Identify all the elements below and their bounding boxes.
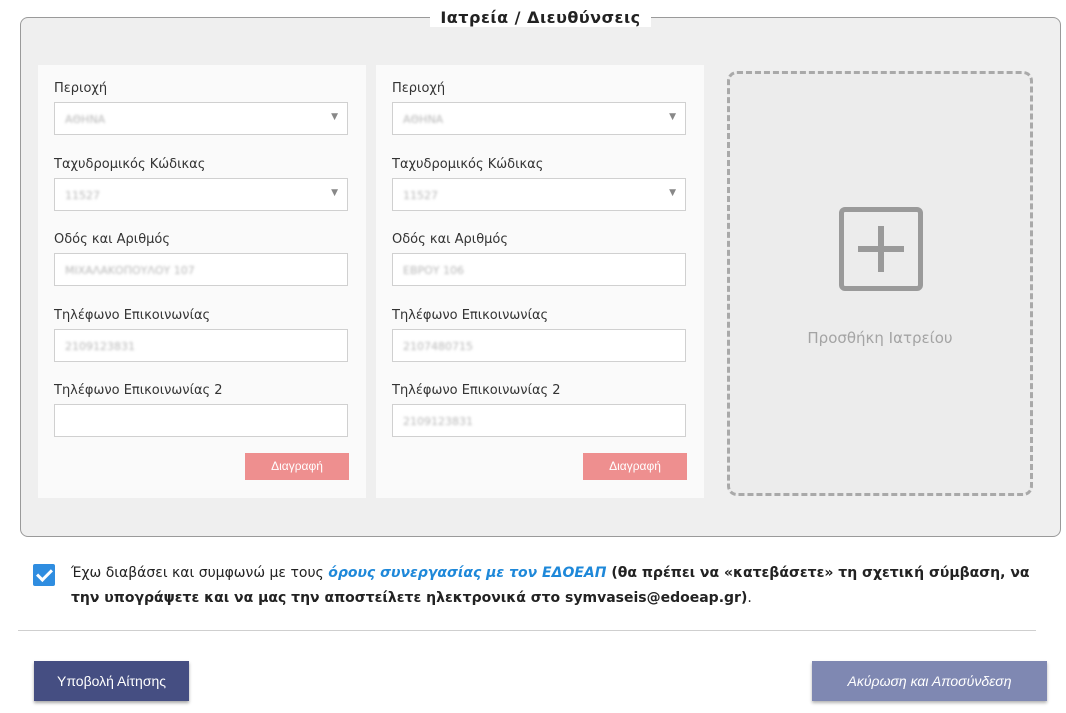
agreement-text: Έχω διαβάσει και συμφωνώ με τους όρους σ… [71, 561, 1046, 611]
delete-clinic-button[interactable]: Διαγραφή [583, 453, 687, 480]
plus-square-icon [839, 207, 923, 291]
clinic-card-1: Περιοχή ΑΘΗΝΑ ▼ Ταχυδρομικός Κώδικας 115… [38, 65, 366, 498]
phone2-label: Τηλέφωνο Επικοινωνίας 2 [392, 383, 561, 398]
phone-label: Τηλέφωνο Επικοινωνίας [392, 308, 549, 323]
phone2-value: 2109123831 [403, 415, 473, 428]
street-label: Οδός και Αριθμός [392, 232, 509, 247]
divider [18, 630, 1036, 631]
chevron-down-icon: ▼ [669, 112, 676, 122]
add-clinic-label: Προσθήκη Ιατρείου [807, 329, 953, 347]
agreement-checkbox[interactable] [33, 564, 55, 586]
postal-label: Ταχυδρομικός Κώδικας [54, 157, 206, 172]
postal-label: Ταχυδρομικός Κώδικας [392, 157, 544, 172]
clinic-card-2: Περιοχή ΑΘΗΝΑ ▼ Ταχυδρομικός Κώδικας 115… [376, 65, 704, 498]
phone-value: 2109123831 [65, 340, 135, 353]
cancel-logout-button[interactable]: Ακύρωση και Αποσύνδεση [812, 661, 1047, 701]
agreement-text-end: . [747, 590, 752, 606]
area-value: ΑΘΗΝΑ [403, 113, 444, 126]
street-input[interactable]: ΕΒΡΟΥ 106 [392, 253, 686, 286]
clinics-fieldset: Ιατρεία / Διευθύνσεις Περιοχή ΑΘΗΝΑ ▼ Τα… [20, 8, 1061, 537]
phone2-input[interactable]: 2109123831 [392, 404, 686, 437]
delete-clinic-button[interactable]: Διαγραφή [245, 453, 349, 480]
chevron-down-icon: ▼ [331, 188, 338, 198]
street-label: Οδός και Αριθμός [54, 232, 171, 247]
postal-value: 11527 [403, 189, 438, 202]
area-value: ΑΘΗΝΑ [65, 113, 106, 126]
area-select[interactable]: ΑΘΗΝΑ ▼ [392, 102, 686, 135]
street-value: ΕΒΡΟΥ 106 [403, 264, 464, 277]
phone-label: Τηλέφωνο Επικοινωνίας [54, 308, 211, 323]
agreement-text-before: Έχω διαβάσει και συμφωνώ με τους [71, 565, 329, 581]
street-value: ΜΙΧΑΛΑΚΟΠΟΥΛΟΥ 107 [65, 264, 195, 277]
terms-link[interactable]: όρους συνεργασίας με τον ΕΔΟΕΑΠ [328, 565, 606, 581]
area-select[interactable]: ΑΘΗΝΑ ▼ [54, 102, 348, 135]
street-input[interactable]: ΜΙΧΑΛΑΚΟΠΟΥΛΟΥ 107 [54, 253, 348, 286]
add-clinic-box[interactable]: Προσθήκη Ιατρείου [727, 71, 1033, 496]
phone-input[interactable]: 2109123831 [54, 329, 348, 362]
area-label: Περιοχή [54, 81, 108, 96]
postal-select[interactable]: 11527 ▼ [392, 178, 686, 211]
phone2-label: Τηλέφωνο Επικοινωνίας 2 [54, 383, 223, 398]
phone2-input[interactable] [54, 404, 348, 437]
postal-select[interactable]: 11527 ▼ [54, 178, 348, 211]
chevron-down-icon: ▼ [331, 112, 338, 122]
area-label: Περιοχή [392, 81, 446, 96]
submit-application-button[interactable]: Υποβολή Αίτησης [34, 661, 189, 701]
chevron-down-icon: ▼ [669, 188, 676, 198]
phone-value: 2107480715 [403, 340, 473, 353]
postal-value: 11527 [65, 189, 100, 202]
phone-input[interactable]: 2107480715 [392, 329, 686, 362]
section-title: Ιατρεία / Διευθύνσεις [430, 8, 651, 27]
